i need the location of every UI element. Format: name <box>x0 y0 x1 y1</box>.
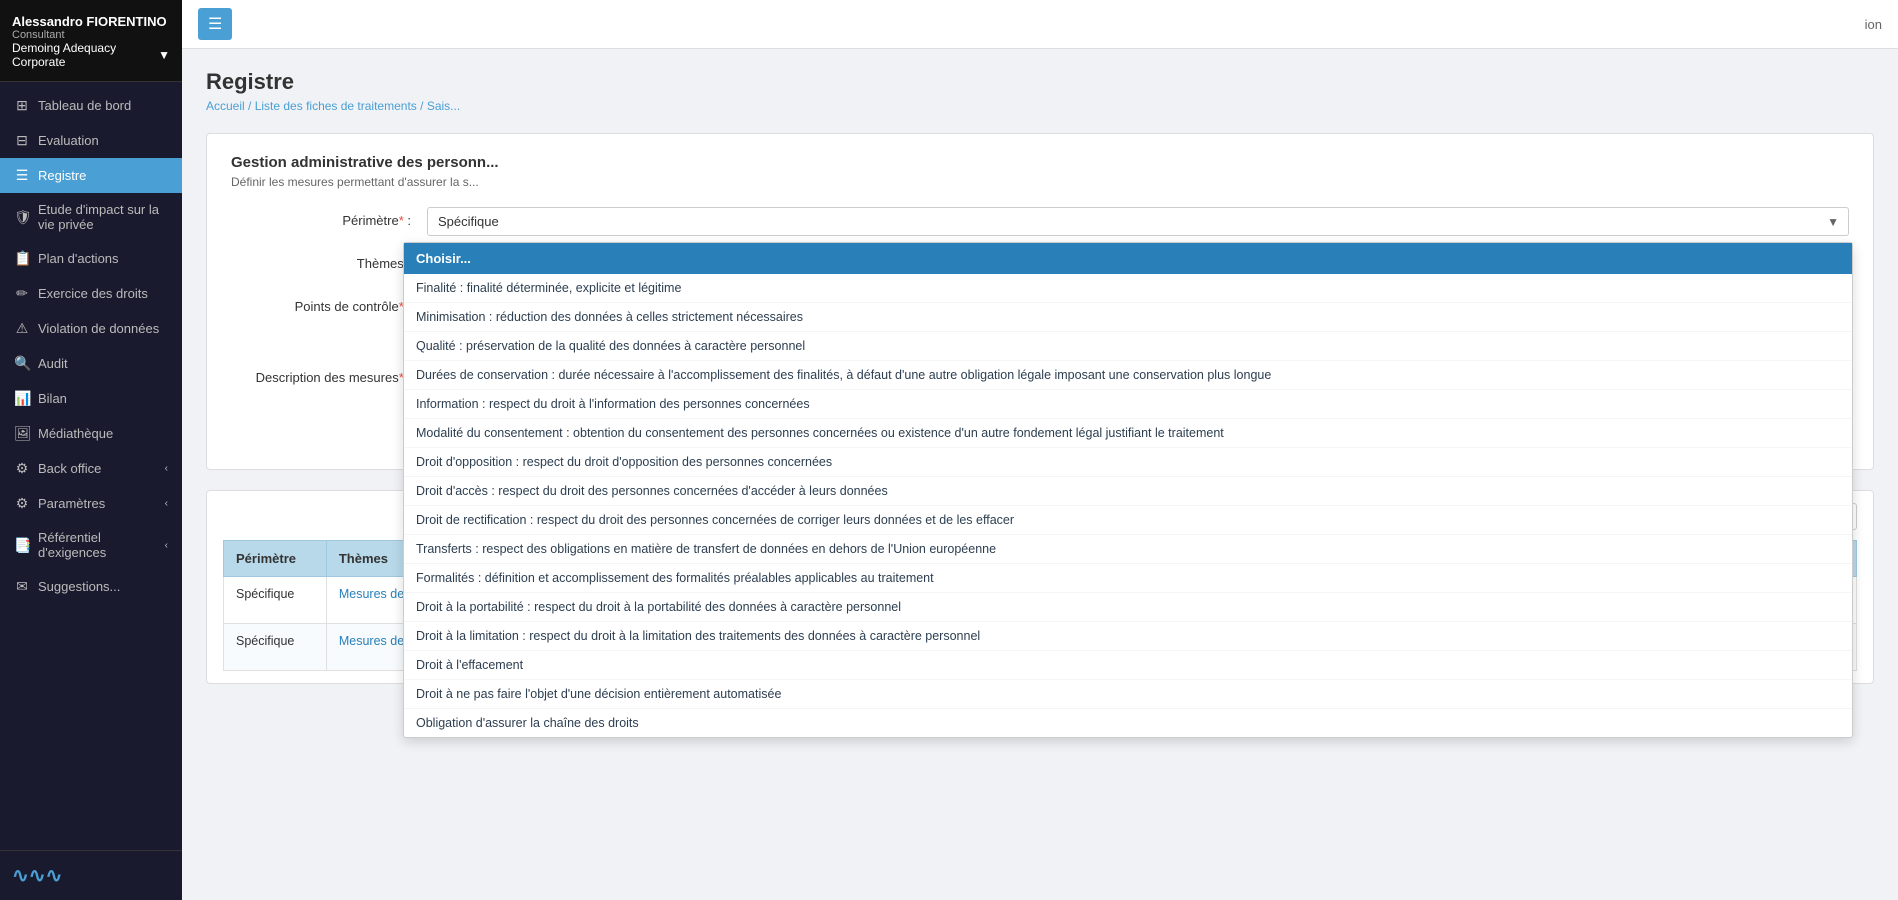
dropdown-item[interactable]: Droit d'opposition : respect du droit d'… <box>404 448 1852 477</box>
page-title: Registre <box>206 69 1874 95</box>
dropdown-item[interactable]: Droit de rectification : respect du droi… <box>404 506 1852 535</box>
tableau-de-bord-icon: ⊞ <box>14 97 30 114</box>
dropdown-items: Finalité : finalité déterminée, explicit… <box>404 274 1852 737</box>
plan-actions-icon: 📋 <box>14 250 30 267</box>
sidebar-label-registre: Registre <box>38 168 86 183</box>
sidebar-item-mediatheque[interactable]: 🖼 Médiathèque <box>0 416 182 451</box>
sidebar-item-exercice-droits[interactable]: ✏ Exercice des droits <box>0 276 182 311</box>
bilan-icon: 📊 <box>14 390 30 407</box>
sidebar-label-exercice-droits: Exercice des droits <box>38 286 148 301</box>
sidebar-nav: ⊞ Tableau de bord ⊟ Evaluation ☰ Registr… <box>0 82 182 850</box>
form-card-subtitle: Définir les mesures permettant d'assurer… <box>231 175 1849 189</box>
sidebar-item-violation-donnees[interactable]: ⚠ Violation de données <box>0 311 182 346</box>
sidebar-label-referentiel: Référentiel d'exigences <box>38 530 157 560</box>
mediatheque-icon: 🖼 <box>14 425 30 442</box>
sidebar-item-audit[interactable]: 🔍 Audit <box>0 346 182 381</box>
suggestions-icon: ✉ <box>14 578 30 595</box>
breadcrumb-list[interactable]: Liste des fiches de traitements <box>255 99 417 113</box>
chevron-icon-back-office: ‹ <box>165 463 168 474</box>
chevron-icon-referentiel: ‹ <box>165 540 168 551</box>
violation-donnees-icon: ⚠ <box>14 320 30 337</box>
dropdown-item[interactable]: Droit à ne pas faire l'objet d'une décis… <box>404 680 1852 709</box>
main-area: ☰ ion Registre Accueil / Liste des fiche… <box>182 0 1898 900</box>
sidebar-label-violation-donnees: Violation de données <box>38 321 159 336</box>
dropdown-item[interactable]: Minimisation : réduction des données à c… <box>404 303 1852 332</box>
dropdown-item[interactable]: Modalité du consentement : obtention du … <box>404 419 1852 448</box>
user-role: Consultant <box>12 29 170 41</box>
exercice-droits-icon: ✏ <box>14 285 30 302</box>
dropdown-item[interactable]: Qualité : préservation de la qualité des… <box>404 332 1852 361</box>
description-label: Description des mesures* : <box>231 364 411 385</box>
app-logo: ∿∿∿ <box>12 863 170 888</box>
sidebar-item-back-office[interactable]: ⚙ Back office ‹ <box>0 451 182 486</box>
breadcrumb-current: Sais... <box>427 99 460 113</box>
cell-perimetre: Spécifique <box>224 624 327 671</box>
dropdown-item[interactable]: Transferts : respect des obligations en … <box>404 535 1852 564</box>
sidebar-label-evaluation: Evaluation <box>38 133 99 148</box>
dropdown-header: Choisir... <box>404 243 1852 274</box>
sidebar-item-plan-actions[interactable]: 📋 Plan d'actions <box>0 241 182 276</box>
breadcrumb-home[interactable]: Accueil <box>206 99 245 113</box>
dropdown-item[interactable]: Droit d'accès : respect du droit des per… <box>404 477 1852 506</box>
page-content: Registre Accueil / Liste des fiches de t… <box>182 49 1898 900</box>
sidebar-label-etude-impact: Etude d'impact sur la vie privée <box>38 202 168 232</box>
chevron-icon-parametres: ‹ <box>165 498 168 509</box>
sidebar-item-tableau-de-bord[interactable]: ⊞ Tableau de bord <box>0 88 182 123</box>
sidebar-label-audit: Audit <box>38 356 68 371</box>
dropdown-item[interactable]: Formalités : définition et accomplisseme… <box>404 564 1852 593</box>
dropdown-item[interactable]: Droit à la portabilité : respect du droi… <box>404 593 1852 622</box>
dropdown-item[interactable]: Droit à la limitation : respect du droit… <box>404 622 1852 651</box>
parametres-icon: ⚙ <box>14 495 30 512</box>
referentiel-icon: 📑 <box>14 537 30 554</box>
dropdown-overlay: Choisir... Finalité : finalité déterminé… <box>403 242 1853 738</box>
sidebar-item-parametres[interactable]: ⚙ Paramètres ‹ <box>0 486 182 521</box>
sidebar-footer: ∿∿∿ <box>0 850 182 900</box>
user-profile: Alessandro FIORENTINO Consultant Demoing… <box>0 0 182 82</box>
sidebar-label-parametres: Paramètres <box>38 496 105 511</box>
etude-impact-icon: 🛡 <box>14 209 30 226</box>
cell-perimetre: Spécifique <box>224 577 327 624</box>
sidebar-label-tableau-de-bord: Tableau de bord <box>38 98 131 113</box>
breadcrumb: Accueil / Liste des fiches de traitement… <box>206 99 1874 113</box>
topbar-right: ion <box>1865 17 1882 32</box>
points-label: Points de contrôle* : <box>231 293 411 314</box>
sidebar-label-mediatheque: Médiathèque <box>38 426 113 441</box>
sidebar-item-suggestions[interactable]: ✉ Suggestions... <box>0 569 182 604</box>
dropdown-item[interactable]: Information : respect du droit à l'infor… <box>404 390 1852 419</box>
required-marker: * <box>399 213 404 228</box>
registre-icon: ☰ <box>14 167 30 184</box>
sidebar-label-plan-actions: Plan d'actions <box>38 251 119 266</box>
sidebar-item-registre[interactable]: ☰ Registre <box>0 158 182 193</box>
perimetre-row: Périmètre* : Spécifique ▼ <box>231 207 1849 236</box>
user-company[interactable]: Demoing Adequacy Corporate ▼ <box>12 41 170 69</box>
dropdown-item[interactable]: Droit à l'effacement <box>404 651 1852 680</box>
sidebar-item-etude-impact[interactable]: 🛡 Etude d'impact sur la vie privée <box>0 193 182 241</box>
hamburger-button[interactable]: ☰ <box>198 8 232 40</box>
dropdown-item[interactable]: Finalité : finalité déterminée, explicit… <box>404 274 1852 303</box>
perimetre-select-wrapper: Spécifique ▼ <box>427 207 1849 236</box>
table-col-header: Périmètre <box>224 541 327 577</box>
perimetre-select[interactable]: Spécifique <box>427 207 1849 236</box>
chevron-down-icon: ▼ <box>158 48 170 62</box>
sidebar-item-evaluation[interactable]: ⊟ Evaluation <box>0 123 182 158</box>
dropdown-item[interactable]: Durées de conservation : durée nécessair… <box>404 361 1852 390</box>
evaluation-icon: ⊟ <box>14 132 30 149</box>
form-card: Gestion administrative des personn... Dé… <box>206 133 1874 470</box>
sidebar-item-referentiel[interactable]: 📑 Référentiel d'exigences ‹ <box>0 521 182 569</box>
sidebar-item-bilan[interactable]: 📊 Bilan <box>0 381 182 416</box>
user-name: Alessandro FIORENTINO <box>12 14 170 29</box>
topbar-title: ion <box>1865 17 1882 32</box>
sidebar-label-suggestions: Suggestions... <box>38 579 120 594</box>
sidebar: Alessandro FIORENTINO Consultant Demoing… <box>0 0 182 900</box>
sidebar-label-back-office: Back office <box>38 461 101 476</box>
dropdown-item[interactable]: Obligation d'assurer la chaîne des droit… <box>404 709 1852 737</box>
audit-icon: 🔍 <box>14 355 30 372</box>
perimetre-label: Périmètre* : <box>231 207 411 228</box>
themes-label: Thèmes : <box>231 250 411 271</box>
sidebar-label-bilan: Bilan <box>38 391 67 406</box>
back-office-icon: ⚙ <box>14 460 30 477</box>
topbar: ☰ ion <box>182 0 1898 49</box>
form-card-title: Gestion administrative des personn... <box>231 154 1849 171</box>
